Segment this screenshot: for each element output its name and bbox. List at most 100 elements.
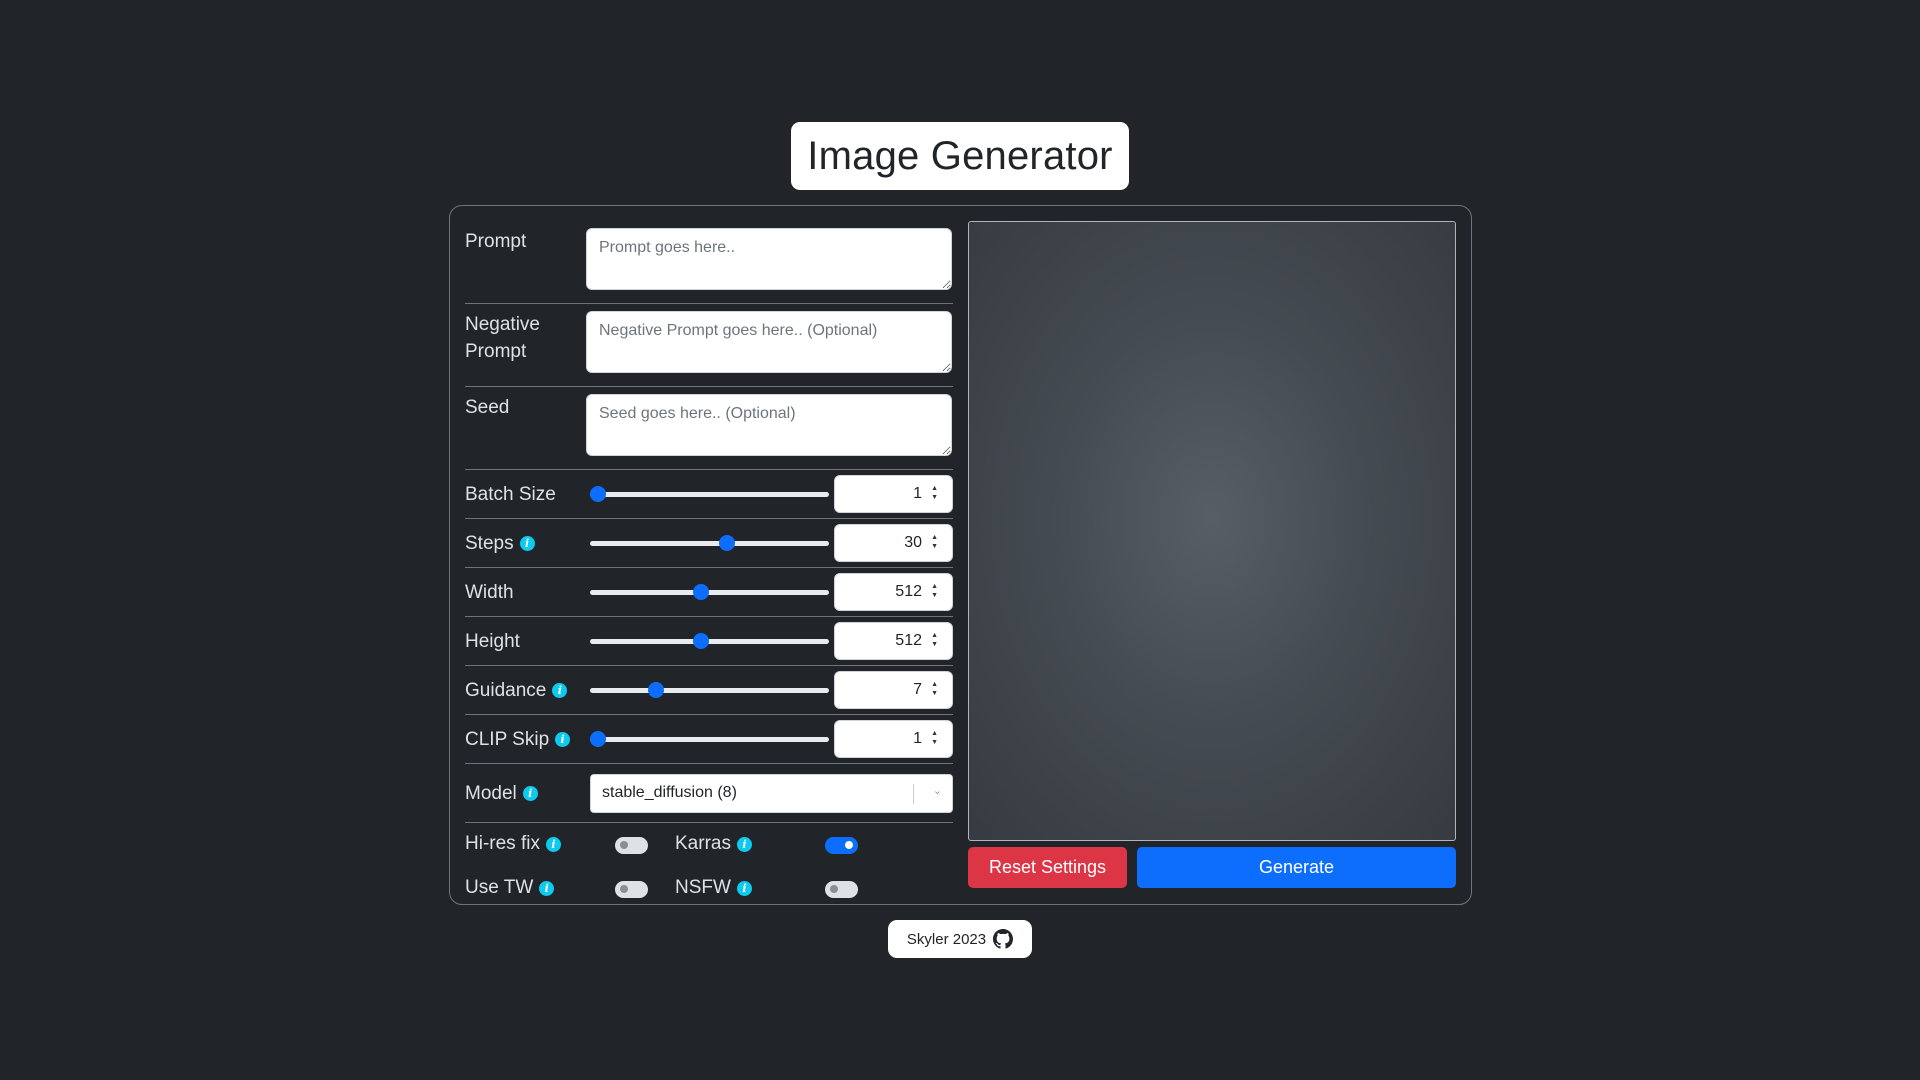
prompt-input[interactable] bbox=[586, 228, 952, 290]
slider-row: Batch Size 1 ▲ ▼ bbox=[465, 470, 953, 519]
info-icon[interactable]: i bbox=[519, 535, 535, 551]
number-input[interactable]: 1 ▲ ▼ bbox=[834, 720, 953, 758]
toggle-label: NSFW i bbox=[675, 877, 752, 899]
toggle-label-text: Karras bbox=[675, 833, 731, 854]
switch-knob bbox=[830, 885, 838, 893]
slider-thumb[interactable] bbox=[590, 486, 606, 502]
slider-row: Steps i 30 ▲ ▼ bbox=[465, 519, 953, 568]
toggle-options: Hi-res fix i Karras i Use TW i NSFW i bbox=[465, 823, 953, 911]
slider-thumb[interactable] bbox=[692, 633, 709, 649]
seed-label: Seed bbox=[465, 397, 510, 418]
toggle-switch[interactable] bbox=[825, 837, 858, 854]
model-select[interactable]: stable_diffusion (8) ⌄ bbox=[590, 773, 953, 813]
slider-track bbox=[590, 590, 829, 595]
slider-label-text: Height bbox=[465, 630, 520, 652]
spinner-arrows-icon[interactable]: ▲ ▼ bbox=[931, 730, 938, 746]
slider-track bbox=[590, 541, 829, 546]
range-slider[interactable] bbox=[590, 582, 829, 602]
range-slider[interactable] bbox=[590, 484, 829, 504]
generator-panel: Prompt Negative Prompt Seed Batch Size 1… bbox=[449, 205, 1472, 905]
spinner-arrows-icon[interactable]: ▲ ▼ bbox=[931, 632, 938, 648]
number-value: 30 bbox=[904, 534, 922, 551]
toggle-switch[interactable] bbox=[615, 881, 648, 898]
range-slider[interactable] bbox=[590, 729, 829, 749]
switch-knob bbox=[620, 841, 628, 849]
toggle-switch[interactable] bbox=[825, 881, 858, 898]
number-input[interactable]: 30 ▲ ▼ bbox=[834, 524, 953, 562]
chevron-down-icon[interactable]: ⌄ bbox=[933, 784, 942, 797]
slider-thumb[interactable] bbox=[647, 682, 664, 698]
toggle-label-text: NSFW bbox=[675, 877, 731, 898]
generate-button[interactable]: Generate bbox=[1137, 847, 1456, 888]
slider-track bbox=[590, 737, 829, 742]
range-slider[interactable] bbox=[590, 533, 829, 553]
negative-prompt-label: Negative Prompt bbox=[465, 314, 540, 362]
number-input[interactable]: 512 ▲ ▼ bbox=[834, 622, 953, 660]
negative-prompt-input[interactable] bbox=[586, 311, 952, 373]
slider-row: CLIP Skip i 1 ▲ ▼ bbox=[465, 715, 953, 764]
slider-thumb[interactable] bbox=[719, 535, 736, 551]
slider-label-text: CLIP Skip bbox=[465, 728, 550, 750]
slider-label: Steps i bbox=[465, 530, 586, 557]
slider-thumb[interactable] bbox=[692, 584, 709, 600]
seed-input[interactable] bbox=[586, 394, 952, 456]
info-icon[interactable]: i bbox=[539, 880, 555, 896]
model-label: Model i bbox=[465, 780, 586, 807]
info-icon[interactable]: i bbox=[736, 836, 752, 852]
slider-label: Guidance i bbox=[465, 677, 586, 704]
range-slider[interactable] bbox=[590, 680, 829, 700]
info-icon[interactable]: i bbox=[522, 785, 538, 801]
image-preview bbox=[968, 221, 1456, 841]
slider-label-text: Steps bbox=[465, 532, 514, 554]
negative-prompt-row: Negative Prompt bbox=[465, 304, 953, 387]
slider-label-text: Guidance bbox=[465, 679, 547, 701]
toggle-switch[interactable] bbox=[615, 837, 648, 854]
slider-row: Width 512 ▲ ▼ bbox=[465, 568, 953, 617]
github-icon bbox=[993, 929, 1014, 949]
number-input[interactable]: 7 ▲ ▼ bbox=[834, 671, 953, 709]
reset-settings-button[interactable]: Reset Settings bbox=[968, 847, 1127, 888]
footer-credit[interactable]: Skyler 2023 bbox=[888, 920, 1032, 958]
slider-label: Height bbox=[465, 628, 586, 655]
number-value: 512 bbox=[895, 632, 922, 649]
slider-track bbox=[590, 492, 829, 497]
number-value: 512 bbox=[895, 583, 922, 600]
spinner-arrows-icon[interactable]: ▲ ▼ bbox=[931, 485, 938, 501]
model-select-value: stable_diffusion (8) bbox=[602, 784, 737, 801]
info-icon[interactable]: i bbox=[555, 731, 571, 747]
model-row: Model i stable_diffusion (8) ⌄ bbox=[465, 764, 953, 823]
seed-row: Seed bbox=[465, 387, 953, 470]
number-value: 1 bbox=[913, 730, 922, 747]
spinner-arrows-icon[interactable]: ▲ ▼ bbox=[931, 534, 938, 550]
slider-label: CLIP Skip i bbox=[465, 726, 586, 753]
prompt-row: Prompt bbox=[465, 221, 953, 304]
settings-form: Prompt Negative Prompt Seed Batch Size 1… bbox=[465, 221, 953, 911]
slider-track bbox=[590, 688, 829, 693]
number-input[interactable]: 512 ▲ ▼ bbox=[834, 573, 953, 611]
toggle-label: Karras i bbox=[675, 833, 752, 855]
prompt-label: Prompt bbox=[465, 231, 527, 252]
spinner-arrows-icon[interactable]: ▲ ▼ bbox=[931, 583, 938, 599]
page-title: Image Generator bbox=[791, 122, 1129, 190]
toggle-label: Hi-res fix i bbox=[465, 833, 561, 855]
switch-knob bbox=[845, 841, 853, 849]
slider-row: Height 512 ▲ ▼ bbox=[465, 617, 953, 666]
slider-track bbox=[590, 639, 829, 644]
info-icon[interactable]: i bbox=[552, 682, 568, 698]
spinner-arrows-icon[interactable]: ▲ ▼ bbox=[931, 681, 938, 697]
footer-text: Skyler 2023 bbox=[906, 930, 987, 948]
slider-label: Batch Size bbox=[465, 481, 586, 508]
slider-label-text: Width bbox=[465, 581, 514, 603]
toggle-label-text: Hi-res fix bbox=[465, 833, 540, 854]
select-separator bbox=[913, 783, 914, 804]
toggle-label-text: Use TW bbox=[465, 877, 534, 898]
info-icon[interactable]: i bbox=[545, 836, 561, 852]
number-input[interactable]: 1 ▲ ▼ bbox=[834, 475, 953, 513]
range-slider[interactable] bbox=[590, 631, 829, 651]
slider-label-text: Batch Size bbox=[465, 483, 556, 505]
slider-thumb[interactable] bbox=[590, 731, 606, 747]
number-value: 1 bbox=[913, 485, 922, 502]
info-icon[interactable]: i bbox=[736, 880, 752, 896]
number-value: 7 bbox=[913, 681, 922, 698]
slider-label: Width bbox=[465, 579, 586, 606]
